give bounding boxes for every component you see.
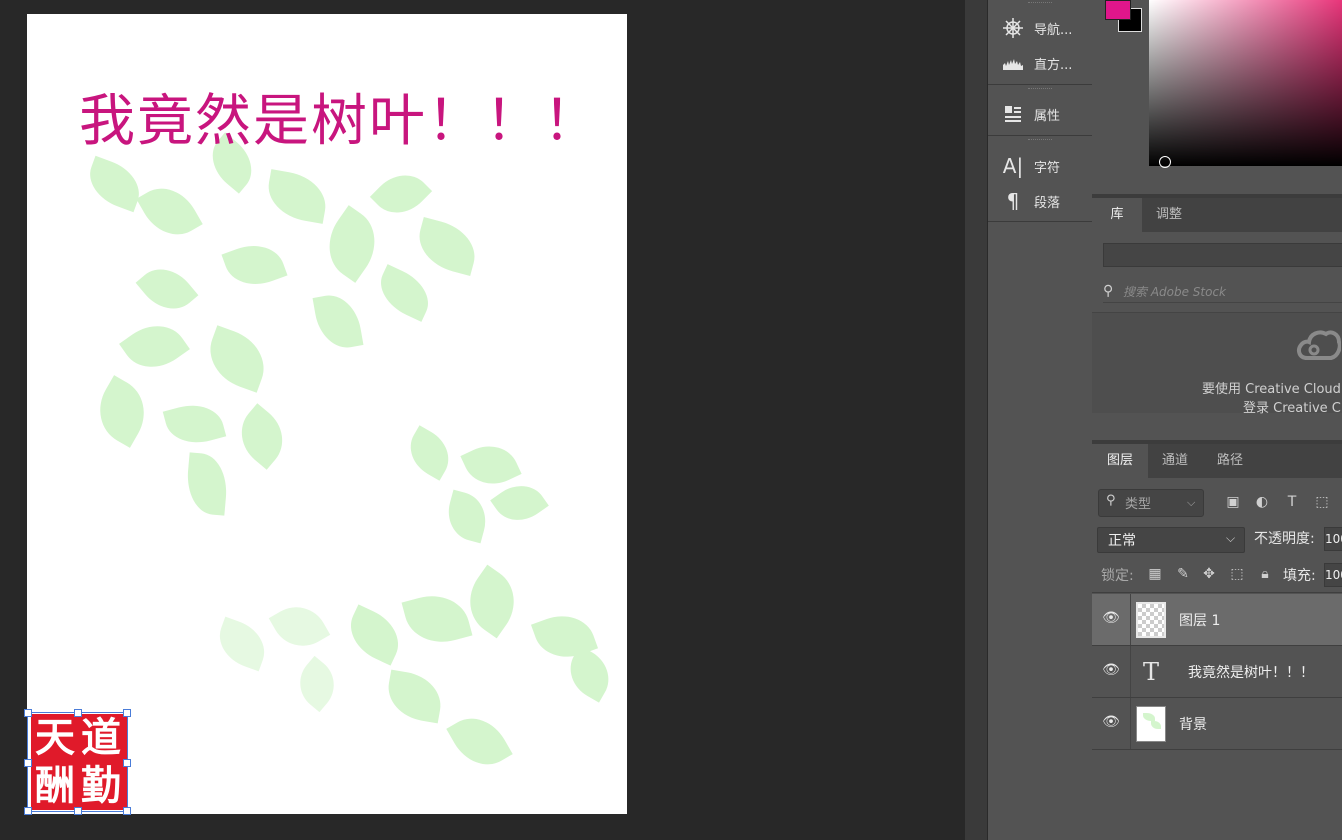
collapsed-panel-dock: 导航... 直方... 属性 A| 字符 ¶ 段落 — [987, 0, 1093, 840]
character-icon: A| — [1002, 154, 1024, 178]
pixel-filter-icon[interactable]: ▣ — [1224, 493, 1242, 511]
opacity-label: 不透明度: — [1254, 531, 1315, 547]
transform-handle[interactable] — [74, 807, 82, 815]
lock-transparency-icon[interactable]: ▦ — [1146, 565, 1164, 583]
lock-brush-icon[interactable]: ✎ — [1174, 565, 1192, 583]
cc-signin-link[interactable]: 登录 Creative Clo — [1243, 397, 1342, 416]
transform-bounding-box[interactable] — [24, 709, 131, 815]
stock-search-placeholder: 搜索 Adobe Stock — [1123, 285, 1227, 299]
visibility-eye-icon[interactable]: 👁︎ — [1102, 714, 1120, 732]
lock-label: 锁定: — [1101, 568, 1134, 584]
panel-label: 段落 — [1034, 195, 1061, 211]
transform-handle[interactable] — [24, 709, 32, 717]
fill-label: 填充: — [1283, 568, 1316, 584]
panel-grip[interactable] — [1028, 2, 1052, 6]
paragraph-icon: ¶ — [1006, 189, 1020, 213]
properties-icon — [1000, 103, 1026, 125]
transform-handle[interactable] — [123, 709, 131, 717]
blend-mode-value: 正常 — [1108, 533, 1136, 549]
layer-filter-label: 类型 — [1125, 497, 1152, 512]
shape-filter-icon[interactable]: ⬚ — [1313, 493, 1331, 511]
tab-channels[interactable]: 通道 — [1148, 444, 1202, 478]
panel-label: 导航... — [1034, 22, 1073, 38]
creative-cloud-icon — [1295, 322, 1342, 368]
panel-gutter — [965, 0, 987, 840]
panel-button-properties[interactable]: 属性 — [988, 97, 1092, 131]
library-select[interactable] — [1103, 243, 1342, 267]
chevron-down-icon: ⌵ — [1187, 496, 1196, 509]
layer-row[interactable]: 👁︎ 图层 1 — [1092, 594, 1342, 646]
color-picker-cursor[interactable] — [1159, 156, 1171, 168]
tab-layers[interactable]: 图层 — [1092, 444, 1148, 478]
visibility-eye-icon[interactable]: 👁︎ — [1102, 662, 1120, 680]
panel-grip[interactable] — [1028, 88, 1052, 92]
panel-grip[interactable] — [1028, 139, 1052, 143]
visibility-eye-icon[interactable]: 👁︎ — [1102, 610, 1120, 628]
transform-handle[interactable] — [24, 807, 32, 815]
lock-position-icon[interactable]: ✥ — [1200, 565, 1218, 583]
type-filter-icon[interactable]: T — [1283, 493, 1301, 511]
layers-tabbar: 图层 通道 路径 — [1092, 444, 1342, 478]
transform-handle[interactable] — [24, 759, 32, 767]
transform-handle[interactable] — [123, 759, 131, 767]
adjustment-filter-icon[interactable]: ◐ — [1253, 493, 1271, 511]
transform-handle[interactable] — [123, 807, 131, 815]
layer-name: 背景 — [1179, 717, 1207, 733]
panel-button-character[interactable]: A| 字符 — [988, 149, 1092, 183]
lock-artboard-icon[interactable]: ⬚ — [1228, 565, 1246, 583]
layer-thumbnail — [1136, 602, 1166, 638]
panel-button-navigator[interactable]: 导航... — [988, 11, 1092, 45]
foreground-color-swatch[interactable] — [1105, 0, 1131, 20]
panel-button-histogram[interactable]: 直方... — [988, 46, 1092, 80]
layer-row[interactable]: 👁︎ 背景 — [1092, 698, 1342, 750]
layer-name: 我竟然是树叶！！！ — [1188, 665, 1314, 681]
text-layer-icon: T — [1142, 658, 1159, 686]
panel-label: 字符 — [1034, 160, 1061, 176]
document-title-text: 我竟然是树叶！！！ — [79, 89, 601, 154]
panel-button-paragraph[interactable]: ¶ 段落 — [988, 184, 1092, 218]
panel-label: 直方... — [1034, 57, 1073, 73]
chevron-down-icon: ⌵ — [1226, 531, 1236, 545]
tab-adjustments[interactable]: 调整 — [1142, 198, 1196, 232]
layer-row[interactable]: 👁︎ T 我竟然是树叶！！！ — [1092, 646, 1342, 698]
search-icon: ⚲ — [1106, 493, 1116, 508]
tab-library[interactable]: 库 — [1092, 198, 1142, 232]
layer-thumbnail — [1136, 706, 1166, 742]
library-tabbar: 库 调整 — [1092, 198, 1342, 232]
fill-input[interactable]: 100% — [1324, 563, 1342, 587]
transform-handle[interactable] — [74, 709, 82, 717]
color-picker-field[interactable] — [1149, 0, 1342, 166]
search-icon: ⚲ — [1103, 283, 1114, 299]
cc-signin-text: 要使用 Creative Cloud — [1202, 382, 1341, 397]
tab-paths[interactable]: 路径 — [1202, 444, 1258, 478]
panel-label: 属性 — [1034, 108, 1061, 124]
histogram-icon — [1000, 52, 1026, 74]
document-canvas[interactable]: 我竟然是树叶！！！ — [27, 14, 627, 814]
navigator-icon — [1000, 17, 1026, 39]
opacity-input[interactable]: 100% — [1324, 527, 1342, 551]
lock-all-icon[interactable]: 🔒︎ — [1256, 565, 1274, 583]
layer-name: 图层 1 — [1179, 613, 1221, 629]
